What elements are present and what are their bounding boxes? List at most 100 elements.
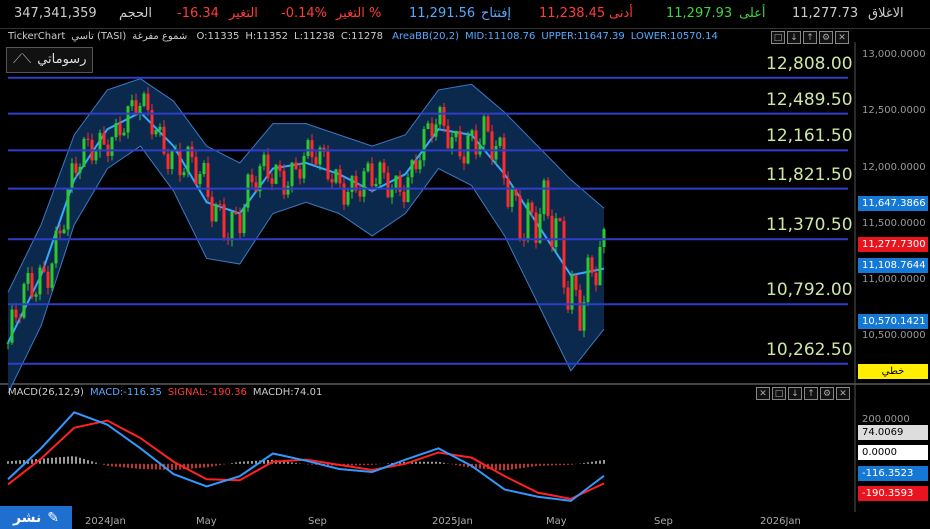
level-label: 12,489.50 [766, 89, 853, 110]
candle-body [170, 150, 174, 169]
publish-button[interactable]: نشر ✎ [0, 506, 72, 529]
macd-name: MACD(26,12,9) [8, 387, 84, 398]
macd-line-tag: -116.3523 [858, 466, 928, 481]
mid-band-tag: 11,108.7644 [858, 258, 928, 273]
candle-body [154, 130, 158, 135]
candle-body [6, 342, 10, 344]
maximize-icon[interactable]: □ [771, 31, 785, 44]
volume-label: الحجم [119, 6, 153, 21]
candle-body [66, 189, 70, 230]
ohlc-open: O:11335 [196, 31, 240, 42]
publish-label: نشر [13, 509, 42, 526]
candle-body [422, 129, 426, 161]
candle-body [230, 211, 234, 241]
bb-label: AreaBB(20,2) [392, 31, 459, 42]
candle-body [178, 149, 182, 176]
candle-body [226, 237, 230, 241]
macd-hist-tag: 74.0069 [858, 425, 928, 440]
candle-body [306, 140, 310, 156]
candle-body [186, 146, 190, 173]
candle-body [314, 157, 318, 165]
close-icon[interactable]: ✕ [835, 31, 849, 44]
ohlc-close: C:11278 [340, 31, 383, 42]
move-down-icon[interactable]: ↓ [787, 31, 801, 44]
candle-body [522, 239, 526, 241]
candle-body [110, 137, 114, 156]
candle-body [298, 169, 302, 179]
price-panel-header: TickerChart تاسي (TASI) شموع مفرغة O:11335… [8, 31, 858, 47]
my-drawings-button[interactable]: ⟋⟍ رسوماتي [6, 47, 94, 73]
level-label: 12,161.50 [766, 126, 853, 147]
move-up-icon[interactable]: ↑ [804, 387, 818, 400]
candle-body [442, 106, 446, 126]
price-axis-tick: 10,500.0000 [862, 330, 926, 342]
time-label: 2025Jan [432, 516, 473, 527]
candle-body [602, 229, 606, 247]
time-label: May [196, 516, 217, 527]
candle-body [134, 100, 138, 114]
candle-body [294, 162, 298, 170]
candle-body [26, 273, 30, 284]
candle-body [222, 204, 226, 238]
candle-body [598, 246, 602, 286]
candle-body [426, 123, 430, 130]
candle-body [466, 135, 470, 164]
move-down-icon[interactable]: ↓ [788, 387, 802, 400]
candle-body [270, 178, 274, 184]
candle-body [98, 132, 102, 152]
candle-body [346, 191, 350, 205]
candle-body [310, 140, 314, 158]
open-value: 11,291.56 [409, 6, 476, 21]
candle-body [450, 137, 454, 149]
trend-icon: ⟋⟍ [13, 52, 32, 67]
candle-body [390, 189, 394, 198]
candle-body [354, 175, 358, 191]
move-up-icon[interactable]: ↑ [803, 31, 817, 44]
candle-body [410, 160, 414, 178]
candle-body [554, 218, 558, 248]
candle-body [594, 272, 598, 286]
change-label: التغير [229, 6, 258, 21]
candle-body [282, 170, 286, 195]
candle-body [322, 147, 326, 152]
candle-body [262, 154, 266, 167]
gear-icon[interactable]: ⚙ [820, 387, 834, 400]
candle-body [238, 214, 242, 234]
upper-band-line [7, 78, 605, 293]
maximize-icon[interactable]: □ [772, 387, 786, 400]
macd-value: MACD:-116.35 [89, 387, 162, 398]
remove-icon[interactable]: ✕ [756, 387, 770, 400]
candle-body [234, 211, 238, 215]
upper-band-tag: 11,647.3866 [858, 196, 928, 211]
candle-body [366, 163, 370, 172]
level-label: 11,821.50 [766, 164, 853, 185]
candle-body [406, 177, 410, 203]
chart-canvas [0, 42, 930, 512]
candle-body [326, 151, 330, 180]
scale-mode-button[interactable]: خطي [858, 364, 928, 379]
candle-body [58, 230, 62, 234]
candle-body [286, 185, 290, 195]
price-axis-tick: 11,500.0000 [862, 217, 926, 229]
close-icon[interactable]: ✕ [836, 387, 850, 400]
candle-body [78, 166, 82, 173]
candle-body [374, 183, 378, 187]
source-name: TickerChart [8, 31, 66, 42]
high-label: أعلى [739, 6, 766, 21]
candle-body [18, 317, 22, 319]
candle-body [182, 172, 186, 176]
gear-icon[interactable]: ⚙ [819, 31, 833, 44]
price-axis-tick: 12,000.0000 [862, 161, 926, 173]
candle-body [42, 267, 46, 272]
candle-body [34, 294, 38, 297]
candle-body [534, 212, 538, 243]
candle-body [486, 116, 490, 132]
candle-body [398, 175, 402, 192]
candle-body [458, 130, 462, 157]
candle-body [126, 106, 130, 133]
candle-body [386, 172, 390, 198]
candle-body [378, 162, 382, 184]
candle-body [206, 163, 210, 197]
candle-body [14, 309, 18, 318]
candle-body [446, 125, 450, 149]
